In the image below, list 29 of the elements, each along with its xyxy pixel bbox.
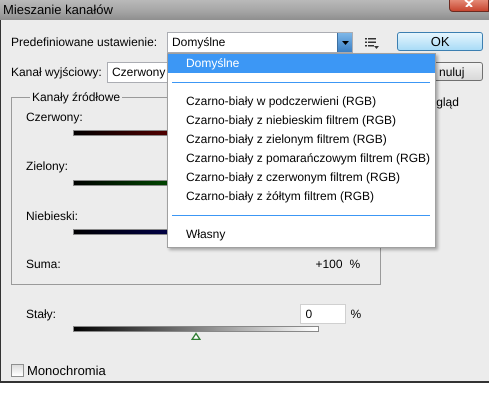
close-button[interactable] — [449, 0, 489, 12]
menu-item[interactable]: Czarno-biały z zielonym filtrem (RGB) — [168, 130, 435, 149]
constant-field[interactable]: 0 — [300, 304, 346, 324]
output-channel-label: Kanał wyjściowy: — [11, 65, 103, 80]
group-title: Kanały źródłowe — [30, 90, 122, 104]
menu-item[interactable]: Czarno-biały w podczerwieni (RGB) — [168, 92, 435, 111]
list-menu-icon[interactable] — [365, 36, 379, 48]
caret-icon — [342, 40, 348, 44]
sum-value: +100 — [316, 257, 343, 272]
menu-item[interactable]: Czarno-biały z niebieskim filtrem (RGB) — [168, 111, 435, 130]
channel-label: Czerwony: — [26, 110, 83, 124]
preview-label: gląd — [436, 95, 459, 110]
window-title: Mieszanie kanałów — [2, 1, 113, 18]
sum-unit: % — [350, 257, 360, 272]
channel-label: Niebieski: — [26, 208, 78, 224]
menu-item[interactable]: Czarno-biały z czerwonym filtrem (RGB) — [168, 168, 435, 187]
monochrome-checkbox[interactable] — [11, 364, 24, 378]
monochrome-label: Monochromia — [27, 363, 106, 379]
preset-dropdown[interactable]: Domyślne — [167, 32, 353, 53]
constant-unit: % — [350, 306, 362, 322]
ok-button[interactable]: OK — [397, 32, 484, 51]
preset-label: Predefiniowane ustawienie: — [11, 35, 158, 50]
channel-label: Zielony: — [26, 159, 68, 174]
close-icon — [463, 0, 475, 7]
constant-label: Stały: — [26, 306, 56, 322]
menu-item[interactable]: Własny — [168, 225, 435, 244]
menu-item[interactable]: Czarno-biały z żółtym filtrem (RGB) — [168, 187, 435, 206]
sum-label: Suma: — [26, 257, 61, 272]
menu-item[interactable]: Czarno-biały z pomarańczowym filtrem (RGB) — [168, 149, 435, 168]
